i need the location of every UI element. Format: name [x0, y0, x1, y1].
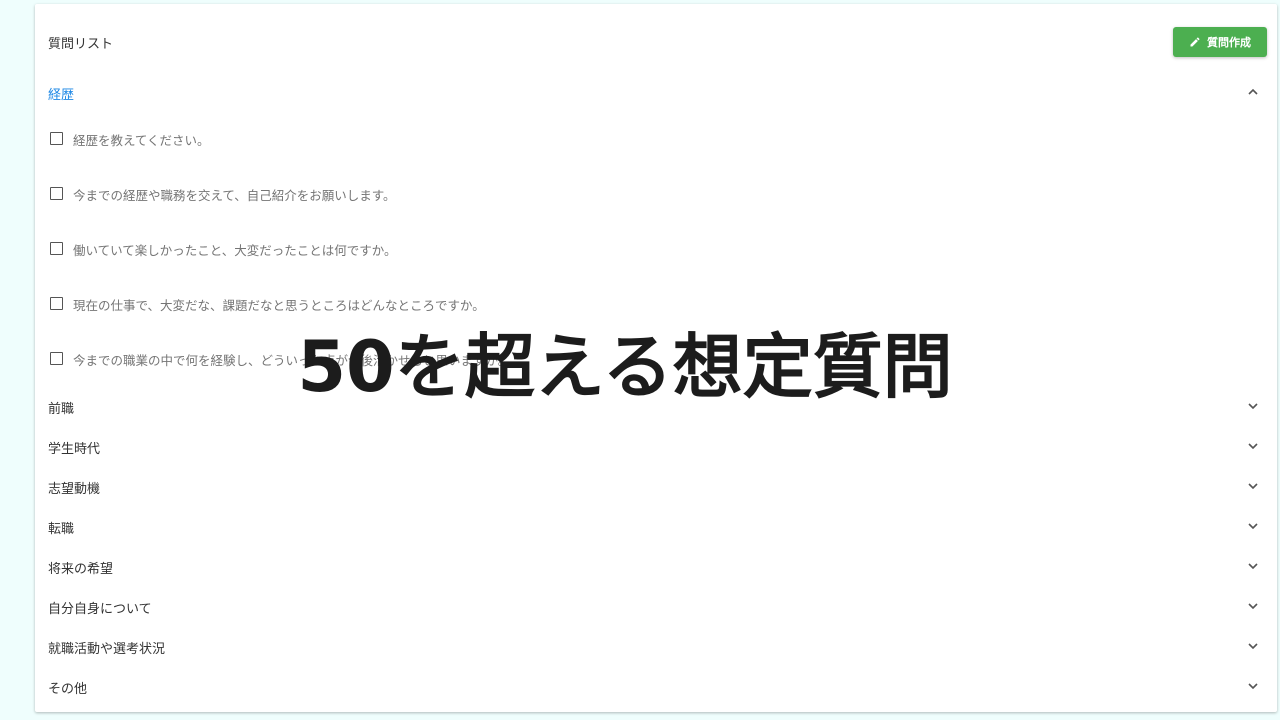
chevron-down-icon: [1248, 563, 1258, 570]
chevron-down-icon: [1248, 523, 1258, 530]
page-title: 質問リスト: [48, 37, 114, 52]
question-text: 働いていて楽しかったこと、大変だったことは何ですか。: [73, 243, 397, 258]
question-text: 今までの経歴や職務を交えて、自己紹介をお願いします。: [73, 188, 396, 203]
question-item: 今までの経歴や職務を交えて、自己紹介をお願いします。: [35, 174, 1277, 214]
question-checkbox[interactable]: [50, 297, 63, 310]
section-motivation[interactable]: 志望動機: [35, 466, 1277, 506]
question-text: 経歴を教えてください。: [73, 133, 210, 148]
create-question-button[interactable]: 質問作成: [1173, 27, 1267, 57]
section-student-days[interactable]: 学生時代: [35, 426, 1277, 466]
create-question-label: 質問作成: [1207, 36, 1251, 49]
section-label: 志望動機: [48, 482, 101, 497]
chevron-down-icon: [1248, 683, 1258, 690]
chevron-down-icon: [1248, 643, 1258, 650]
section-label: 経歴: [48, 88, 75, 103]
question-checkbox[interactable]: [50, 187, 63, 200]
section-label: 将来の希望: [48, 562, 114, 577]
question-checkbox[interactable]: [50, 242, 63, 255]
section-career[interactable]: 経歴: [35, 72, 1277, 112]
section-label: その他: [48, 682, 88, 697]
section-about-yourself[interactable]: 自分自身について: [35, 586, 1277, 626]
pencil-icon: [1190, 37, 1200, 47]
overlay-headline: 50を超える想定質問: [297, 326, 953, 408]
question-checkbox[interactable]: [50, 132, 63, 145]
question-item: 現在の仕事で、大変だな、課題だなと思うところはどんなところですか。: [35, 284, 1277, 324]
section-job-hunting[interactable]: 就職活動や選考状況: [35, 626, 1277, 666]
section-label: 学生時代: [48, 442, 101, 457]
question-item: 経歴を教えてください。: [35, 119, 1277, 159]
section-label: 転職: [48, 522, 75, 537]
section-label: 就職活動や選考状況: [48, 642, 166, 657]
section-other[interactable]: その他: [35, 666, 1277, 706]
chevron-down-icon: [1248, 443, 1258, 450]
chevron-up-icon: [1248, 88, 1258, 95]
chevron-down-icon: [1248, 603, 1258, 610]
section-label: 自分自身について: [48, 602, 152, 617]
section-future-hopes[interactable]: 将来の希望: [35, 546, 1277, 586]
question-item: 働いていて楽しかったこと、大変だったことは何ですか。: [35, 229, 1277, 269]
chevron-down-icon: [1248, 483, 1258, 490]
question-text: 現在の仕事で、大変だな、課題だなと思うところはどんなところですか。: [73, 298, 485, 313]
section-job-change[interactable]: 転職: [35, 506, 1277, 546]
